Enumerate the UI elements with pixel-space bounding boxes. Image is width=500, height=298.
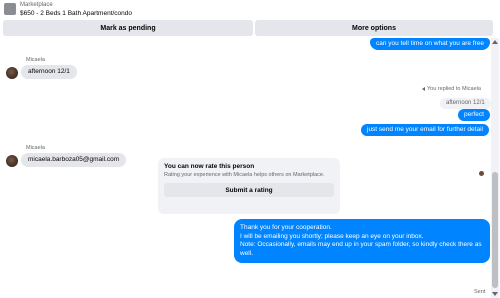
sent-status: Sent (474, 289, 486, 295)
message-line: Note: Occasionally, emails may end up in… (240, 241, 482, 248)
message-outgoing[interactable]: perfect (458, 109, 490, 121)
message-incoming[interactable]: afternoon 12/1 (21, 65, 77, 79)
rating-title: You can now rate this person (164, 163, 255, 170)
scroll-up-arrow-icon[interactable] (492, 40, 498, 44)
message-incoming[interactable]: micaela.barboza05@gmail.com (21, 153, 127, 167)
reply-note-text: You replied to Micaela (427, 86, 481, 92)
rating-description: Rating your experience with Micaela help… (164, 172, 325, 178)
avatar[interactable] (6, 155, 18, 167)
rating-card: You can now rate this person Rating your… (158, 158, 340, 214)
submit-rating-button[interactable]: Submit a rating (164, 183, 334, 197)
reply-note: You replied to Micaela (422, 86, 481, 92)
message-line: Thank you for your cooperation. (240, 224, 332, 231)
message-line: I will be emailing you shortly; please k… (240, 232, 424, 240)
message-outgoing[interactable]: can you tell time on what you are free (370, 38, 491, 50)
mark-as-pending-button[interactable]: Mark as pending (3, 20, 253, 36)
quoted-message[interactable]: afternoon 12/1 (440, 98, 491, 109)
message-outgoing[interactable]: just send me your email for further deta… (361, 124, 489, 136)
message-line: well. (240, 249, 254, 257)
scrollbar[interactable] (491, 38, 499, 298)
listing-thumbnail[interactable] (4, 3, 16, 15)
listing-title[interactable]: $650 - 2 Beds 1 Bath Apartment/condo (20, 10, 132, 18)
sender-name: Micaela (26, 57, 45, 63)
conversation-header: Marketplace $650 - 2 Beds 1 Bath Apartme… (0, 0, 500, 20)
scrollbar-thumb[interactable] (492, 172, 498, 288)
more-options-button[interactable]: More options (255, 20, 493, 36)
avatar[interactable] (6, 67, 18, 79)
scroll-down-arrow-icon[interactable] (492, 292, 498, 296)
reply-icon (422, 86, 425, 91)
message-outgoing-long[interactable]: Thank you for your cooperation. I will b… (234, 219, 490, 263)
seen-indicator-avatar (479, 171, 484, 176)
sender-name: Micaela (26, 145, 45, 151)
header-subtitle: Marketplace (20, 2, 53, 8)
